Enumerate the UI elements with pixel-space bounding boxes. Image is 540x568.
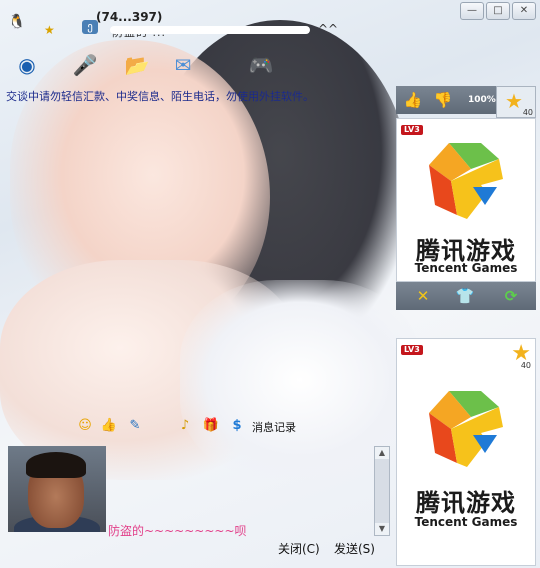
expand-toggle[interactable]: ^^ (318, 22, 338, 36)
send-button[interactable]: 发送(S) (334, 540, 375, 557)
thumbs-up-icon[interactable]: 👍 (402, 90, 424, 110)
brand-english: Tencent Games (414, 515, 518, 529)
security-warning: 交谈中请勿轻信汇款、中奖信息、陌生电话，勿使用外挂软件。 (6, 90, 314, 103)
star-value: 40 (520, 361, 531, 370)
message-icon[interactable]: ✉ (168, 50, 198, 80)
input-scrollbar[interactable]: ▲ ▼ (374, 446, 390, 536)
level-badge: LV3 (401, 125, 423, 135)
tencent-games-logo (429, 143, 503, 219)
close-icon[interactable]: ✕ (412, 286, 434, 306)
shirt-icon[interactable]: 👕 (454, 286, 476, 306)
redaction-scribble (110, 26, 310, 34)
message-history-link[interactable]: 消息记录 (252, 419, 296, 435)
tencent-games-card-2[interactable]: LV3 ★ 40 腾讯游戏 Tencent Games (396, 338, 536, 566)
money-icon[interactable]: $ (228, 417, 246, 435)
avatar[interactable] (8, 446, 106, 532)
thumb-icon[interactable]: 👍 (100, 417, 118, 435)
percent-icon[interactable]: 100% (468, 90, 496, 110)
scroll-down-icon[interactable]: ▼ (375, 523, 389, 535)
star-icon: ★ 40 (511, 341, 531, 370)
maximize-button[interactable]: □ (486, 2, 510, 20)
title-bar: 🐧 ★ ე (74...397) 防盗的 ... ^^ — □ ✕ (0, 0, 540, 40)
brand-english: Tencent Games (414, 261, 518, 275)
avatar-hair (26, 452, 86, 478)
message-input[interactable]: 防盗的~~~~~~~~~呗 (108, 522, 247, 539)
tencent-games-logo (429, 391, 503, 467)
brand-chinese: 腾讯游戏 (416, 489, 516, 517)
webcam-icon[interactable]: ◉ (12, 50, 42, 80)
thumbs-down-icon[interactable]: 👎 (432, 90, 454, 110)
chat-window: 🐧 ★ ე (74...397) 防盗的 ... ^^ — □ ✕ ◉ 🎤 📂 … (0, 0, 540, 568)
tencent-games-card-1[interactable]: LV3 腾讯游戏 Tencent Games (396, 118, 536, 282)
right-panel: 👍 👎 100% ★ 40 LV3 腾讯游戏 Tencent Games ✕ 👕… (396, 86, 540, 568)
microphone-icon[interactable]: 🎤 (70, 50, 100, 80)
qq-penguin-icon[interactable]: 🐧 (8, 14, 25, 30)
window-title: (74...397) (96, 10, 163, 24)
chat-toolbar: ◉ 🎤 📂 ✉ 🎮 (10, 50, 290, 84)
refresh-icon[interactable]: ⟳ (500, 286, 522, 306)
emoji-icon[interactable]: ☺ (76, 417, 94, 435)
format-toolbar: ☺ 👍 ✎ ♪ 🎁 $ (76, 417, 376, 439)
music-icon[interactable]: ♪ (176, 417, 194, 435)
file-transfer-icon[interactable]: 📂 (122, 50, 152, 80)
star-rank-box[interactable]: ★ 40 (496, 86, 536, 118)
star-status-icon: ★ (44, 23, 55, 37)
window-controls: — □ ✕ (460, 2, 536, 20)
star-icon: ★ (505, 89, 523, 113)
game-icon[interactable]: 🎮 (246, 50, 276, 80)
minimize-button[interactable]: — (460, 2, 484, 20)
level-badge: LV3 (401, 345, 423, 355)
card-action-bar: ✕ 👕 ⟳ (396, 282, 536, 310)
edit-icon[interactable]: ✎ (126, 417, 144, 435)
scroll-up-icon[interactable]: ▲ (375, 447, 389, 459)
close-window-button[interactable]: ✕ (512, 2, 536, 20)
gift-icon[interactable]: 🎁 (202, 417, 220, 435)
star-value: 40 (522, 108, 533, 117)
close-button[interactable]: 关闭(C) (278, 540, 320, 557)
